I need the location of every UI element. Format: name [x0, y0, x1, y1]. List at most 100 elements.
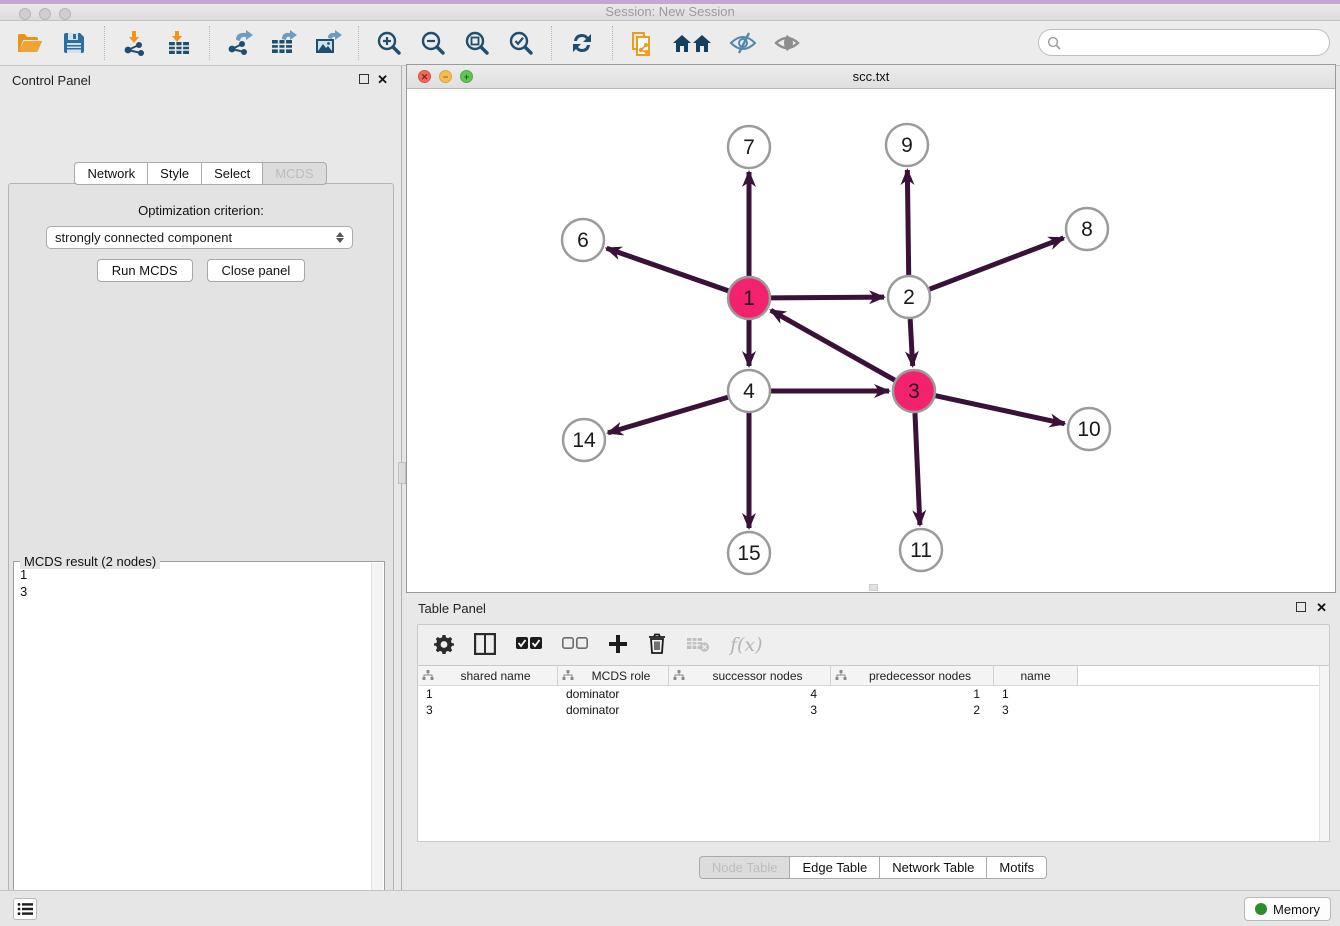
column-layout-icon[interactable] [474, 633, 496, 658]
edge-2-3[interactable] [910, 319, 913, 366]
column-header-successor-nodes[interactable]: successor nodes [669, 666, 831, 685]
main-toolbar [0, 21, 1340, 66]
table-tabs: Node TableEdge TableNetwork TableMotifs [406, 856, 1340, 879]
edge-3-10[interactable] [935, 396, 1064, 424]
node-table: shared nameMCDS rolesuccessor nodesprede… [417, 666, 1330, 842]
memory-button[interactable]: Memory [1244, 897, 1331, 921]
list-icon [17, 902, 33, 916]
edge-1-2[interactable] [771, 297, 884, 298]
tab-select[interactable]: Select [201, 162, 262, 185]
export-network-icon[interactable] [224, 27, 256, 59]
import-table-icon[interactable] [163, 27, 195, 59]
table-float-icon[interactable] [1296, 602, 1306, 612]
split-pane-grip[interactable] [869, 584, 878, 591]
result-scrollbar[interactable] [371, 563, 383, 926]
task-history-button[interactable] [13, 898, 37, 920]
node-label-7: 7 [743, 136, 755, 159]
open-folder-icon[interactable] [14, 27, 46, 59]
copy-network-icon[interactable] [627, 27, 659, 59]
table-settings-gear-icon[interactable] [434, 634, 454, 657]
mcds-result-list[interactable]: 1 3 [16, 566, 370, 926]
node-label-11: 11 [910, 539, 932, 562]
home-layout-icon[interactable] [671, 27, 715, 59]
search-icon [1047, 36, 1061, 50]
add-column-icon[interactable] [608, 634, 628, 657]
cell-shared-name[interactable]: 1 [418, 686, 558, 702]
table-row[interactable]: 1dominator411 [418, 686, 1329, 702]
table-header-row: shared nameMCDS rolesuccessor nodesprede… [418, 666, 1329, 686]
function-builder-icon[interactable]: f(x) [730, 634, 763, 656]
panel-splitter-handle[interactable] [398, 462, 406, 484]
tab-edge-table[interactable]: Edge Table [789, 856, 879, 879]
memory-status-icon [1255, 903, 1267, 915]
zoom-selected-icon[interactable] [505, 27, 537, 59]
node-label-3: 3 [908, 380, 920, 403]
hide-panel-eye-icon[interactable] [727, 27, 759, 59]
import-network-icon[interactable] [119, 27, 151, 59]
select-all-icon[interactable] [516, 637, 542, 653]
mcds-panel: Optimization criterion: strongly connect… [8, 183, 394, 926]
export-table-icon[interactable] [268, 27, 300, 59]
edge-1-6[interactable] [607, 248, 729, 290]
node-label-2: 2 [903, 286, 915, 309]
export-image-icon[interactable] [312, 27, 344, 59]
tab-network-table[interactable]: Network Table [879, 856, 986, 879]
cell-predecessor-nodes[interactable]: 2 [831, 702, 994, 718]
column-header-MCDS-role[interactable]: MCDS role [558, 666, 669, 685]
cell-predecessor-nodes[interactable]: 1 [831, 686, 994, 702]
edge-2-9[interactable] [907, 170, 908, 275]
node-label-15: 15 [737, 542, 760, 565]
cell-shared-name[interactable]: 3 [418, 702, 558, 718]
search-input[interactable] [1061, 36, 1329, 50]
table-toolbar: f(x) [417, 624, 1330, 666]
cell-successor-nodes[interactable]: 3 [669, 702, 831, 718]
zoom-fit-icon[interactable] [461, 27, 493, 59]
window-titlebar: Session: New Session [0, 0, 1340, 21]
close-panel-icon[interactable]: ✕ [377, 72, 388, 88]
edge-4-14[interactable] [608, 397, 728, 433]
column-header-shared-name[interactable]: shared name [418, 666, 558, 685]
node-label-4: 4 [743, 380, 755, 403]
edge-2-8[interactable] [930, 238, 1064, 289]
tab-motifs[interactable]: Motifs [986, 856, 1047, 879]
global-search-field[interactable] [1038, 29, 1330, 56]
network-canvas[interactable]: 7968124314101511 [407, 89, 1335, 586]
tab-network[interactable]: Network [74, 162, 147, 185]
column-header-predecessor-nodes[interactable]: predecessor nodes [831, 666, 994, 685]
float-panel-icon[interactable] [359, 74, 369, 84]
cell-successor-nodes[interactable]: 4 [669, 686, 831, 702]
table-row[interactable]: 3dominator323 [418, 702, 1329, 718]
control-panel-tabs: NetworkStyleSelectMCDS [0, 162, 401, 185]
cell-MCDS-role[interactable]: dominator [558, 702, 669, 718]
show-panel-eye-icon[interactable] [771, 27, 803, 59]
node-label-9: 9 [901, 134, 913, 157]
cell-MCDS-role[interactable]: dominator [558, 686, 669, 702]
optimization-criterion-select[interactable]: strongly connected component [46, 226, 353, 249]
run-mcds-button[interactable]: Run MCDS [97, 259, 193, 282]
edge-3-11[interactable] [915, 413, 920, 525]
tab-mcds[interactable]: MCDS [262, 162, 326, 185]
network-window-title: scc.txt [407, 69, 1335, 84]
delete-column-icon[interactable] [648, 633, 666, 657]
deselect-all-icon[interactable] [562, 637, 588, 653]
status-bar: Memory [0, 890, 1340, 926]
cell-name[interactable]: 1 [994, 686, 1078, 702]
tab-style[interactable]: Style [147, 162, 201, 185]
table-panel: Table Panel ✕ f(x) shared nameMCDS roles… [406, 594, 1340, 890]
cell-name[interactable]: 3 [994, 702, 1078, 718]
edge-3-1[interactable] [771, 310, 895, 380]
memory-label: Memory [1273, 902, 1320, 917]
tab-node-table[interactable]: Node Table [699, 856, 790, 879]
zoom-out-icon[interactable] [417, 27, 449, 59]
table-scrollbar[interactable] [1319, 666, 1329, 841]
close-panel-button[interactable]: Close panel [207, 259, 306, 282]
save-session-icon[interactable] [58, 27, 90, 59]
column-header-name[interactable]: name [994, 666, 1078, 685]
network-window-titlebar[interactable]: ✕ − + scc.txt [407, 65, 1335, 89]
table-panel-title: Table Panel [418, 601, 486, 616]
delete-table-icon[interactable] [686, 635, 710, 656]
network-graph[interactable]: 7968124314101511 [407, 89, 1335, 586]
zoom-in-icon[interactable] [373, 27, 405, 59]
refresh-icon[interactable] [566, 27, 598, 59]
table-close-icon[interactable]: ✕ [1316, 600, 1327, 616]
